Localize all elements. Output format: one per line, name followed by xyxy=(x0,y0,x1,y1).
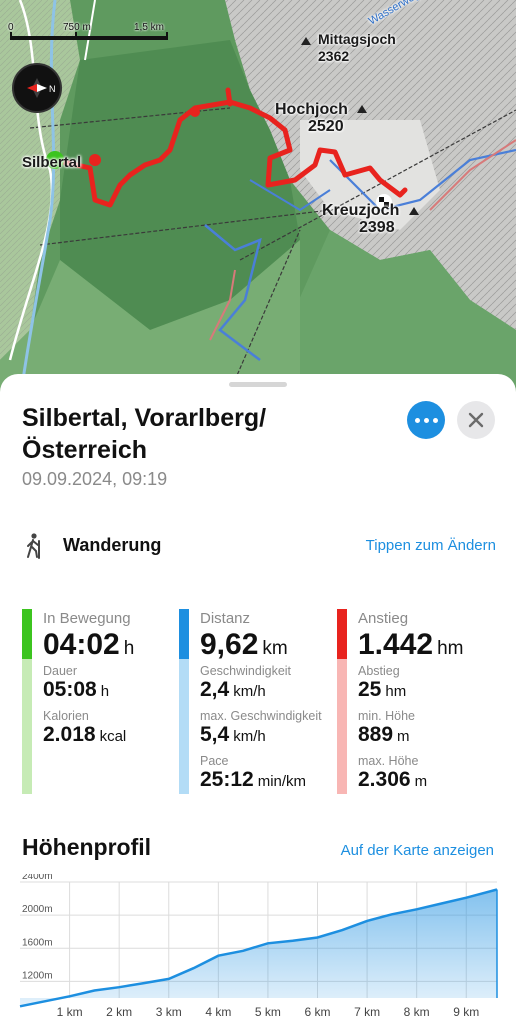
peak-label-kreuzjoch: Kreuzjoch 2398 xyxy=(322,202,400,236)
chart-x-tick-label: 7 km xyxy=(354,1005,380,1019)
activity-date: 09.09.2024, 09:19 xyxy=(22,469,168,489)
stat-sub-min-height: min. Höhe 889 m xyxy=(358,709,415,746)
peak-label-hochjoch: Hochjoch 2520 xyxy=(275,101,348,135)
activity-detail-sheet: Silbertal, Vorarlberg/ Österreich 09.09.… xyxy=(0,374,516,1024)
chart-y-tick-label: 1200m xyxy=(22,970,53,981)
elevation-profile-title: Höhenprofil xyxy=(22,834,152,860)
map-view[interactable]: 0 750 m 1,5 km N Mittagsjoch 2362 Hochjoc… xyxy=(0,0,516,400)
more-options-button[interactable] xyxy=(407,401,445,439)
close-icon xyxy=(468,412,484,428)
chart-x-tick-label: 8 km xyxy=(404,1005,430,1019)
close-button[interactable] xyxy=(457,401,495,439)
stat-value: 1.442 hm xyxy=(358,628,464,661)
chart-y-tick-label: 2400m xyxy=(22,874,53,882)
stat-sub-descent: Abstieg 25 hm xyxy=(358,664,407,701)
compass-button[interactable]: N xyxy=(12,63,62,113)
chart-y-tick-label: 2000m xyxy=(22,904,53,915)
more-dot-icon xyxy=(423,417,429,423)
stat-column-distance: Distanz 9,62 km Geschwindigkeit 2,4 km/h m… xyxy=(179,609,329,794)
show-on-map-link[interactable]: Auf der Karte anzeigen xyxy=(341,842,494,859)
elevation-chart[interactable]: 1200m 1600m 2000m 2400m 1 km 2 km 3 km 4 km 5 km… xyxy=(0,874,516,1024)
scale-end-label: 1,5 km xyxy=(134,22,165,33)
stat-label: In Bewegung xyxy=(43,610,131,627)
stat-sub-max-height: max. Höhe 2.306 m xyxy=(358,754,428,791)
chart-x-tick-label: 4 km xyxy=(205,1005,231,1019)
more-dot-icon xyxy=(432,417,438,423)
stat-value: 9,62 km xyxy=(200,628,288,661)
stat-column-moving: In Bewegung 04:02 h Dauer 05:08 h Kalorien… xyxy=(22,609,172,794)
activity-title: Silbertal, Vorarlberg/ Österreich xyxy=(22,404,267,464)
chart-x-tick-label: 2 km xyxy=(106,1005,132,1019)
stat-label: Anstieg xyxy=(358,610,409,627)
stat-column-ascent: Anstieg 1.442 hm Abstieg 25 hm min. Höhe 8… xyxy=(337,609,497,794)
compass-icon: N xyxy=(27,78,56,98)
place-label-silbertal: Silbertal xyxy=(22,154,82,171)
stat-sub-speed: Geschwindigkeit 2,4 km/h xyxy=(200,664,292,701)
sheet-grabber[interactable] xyxy=(229,382,287,387)
chart-x-tick-label: 3 km xyxy=(156,1005,182,1019)
chart-x-tick-label: 6 km xyxy=(304,1005,330,1019)
change-activity-link[interactable]: Tippen zum Ändern xyxy=(366,537,496,554)
chart-y-tick-label: 1600m xyxy=(22,937,53,948)
chart-x-tick-label: 5 km xyxy=(255,1005,281,1019)
stat-sub-max-speed: max. Geschwindigkeit 5,4 km/h xyxy=(200,709,322,746)
chart-x-tick-label: 1 km xyxy=(57,1005,83,1019)
stat-value: 04:02 h xyxy=(43,628,135,661)
stat-label: Distanz xyxy=(200,610,251,627)
hiking-icon xyxy=(27,533,40,559)
stat-sub-calories: Kalorien 2.018 kcal xyxy=(43,709,127,746)
svg-text:N: N xyxy=(49,84,56,94)
peak-label-mittagsjoch: Mittagsjoch 2362 xyxy=(318,31,396,64)
activity-type-label: Wanderung xyxy=(63,535,162,555)
stat-sub-duration: Dauer 05:08 h xyxy=(43,664,110,701)
stat-sub-pace: Pace 25:12 min/km xyxy=(200,754,307,791)
more-dot-icon xyxy=(414,417,420,423)
chart-x-tick-label: 9 km xyxy=(453,1005,479,1019)
activity-type-row[interactable]: Wanderung Tippen zum Ändern xyxy=(22,531,496,561)
terrain-map xyxy=(0,0,516,400)
